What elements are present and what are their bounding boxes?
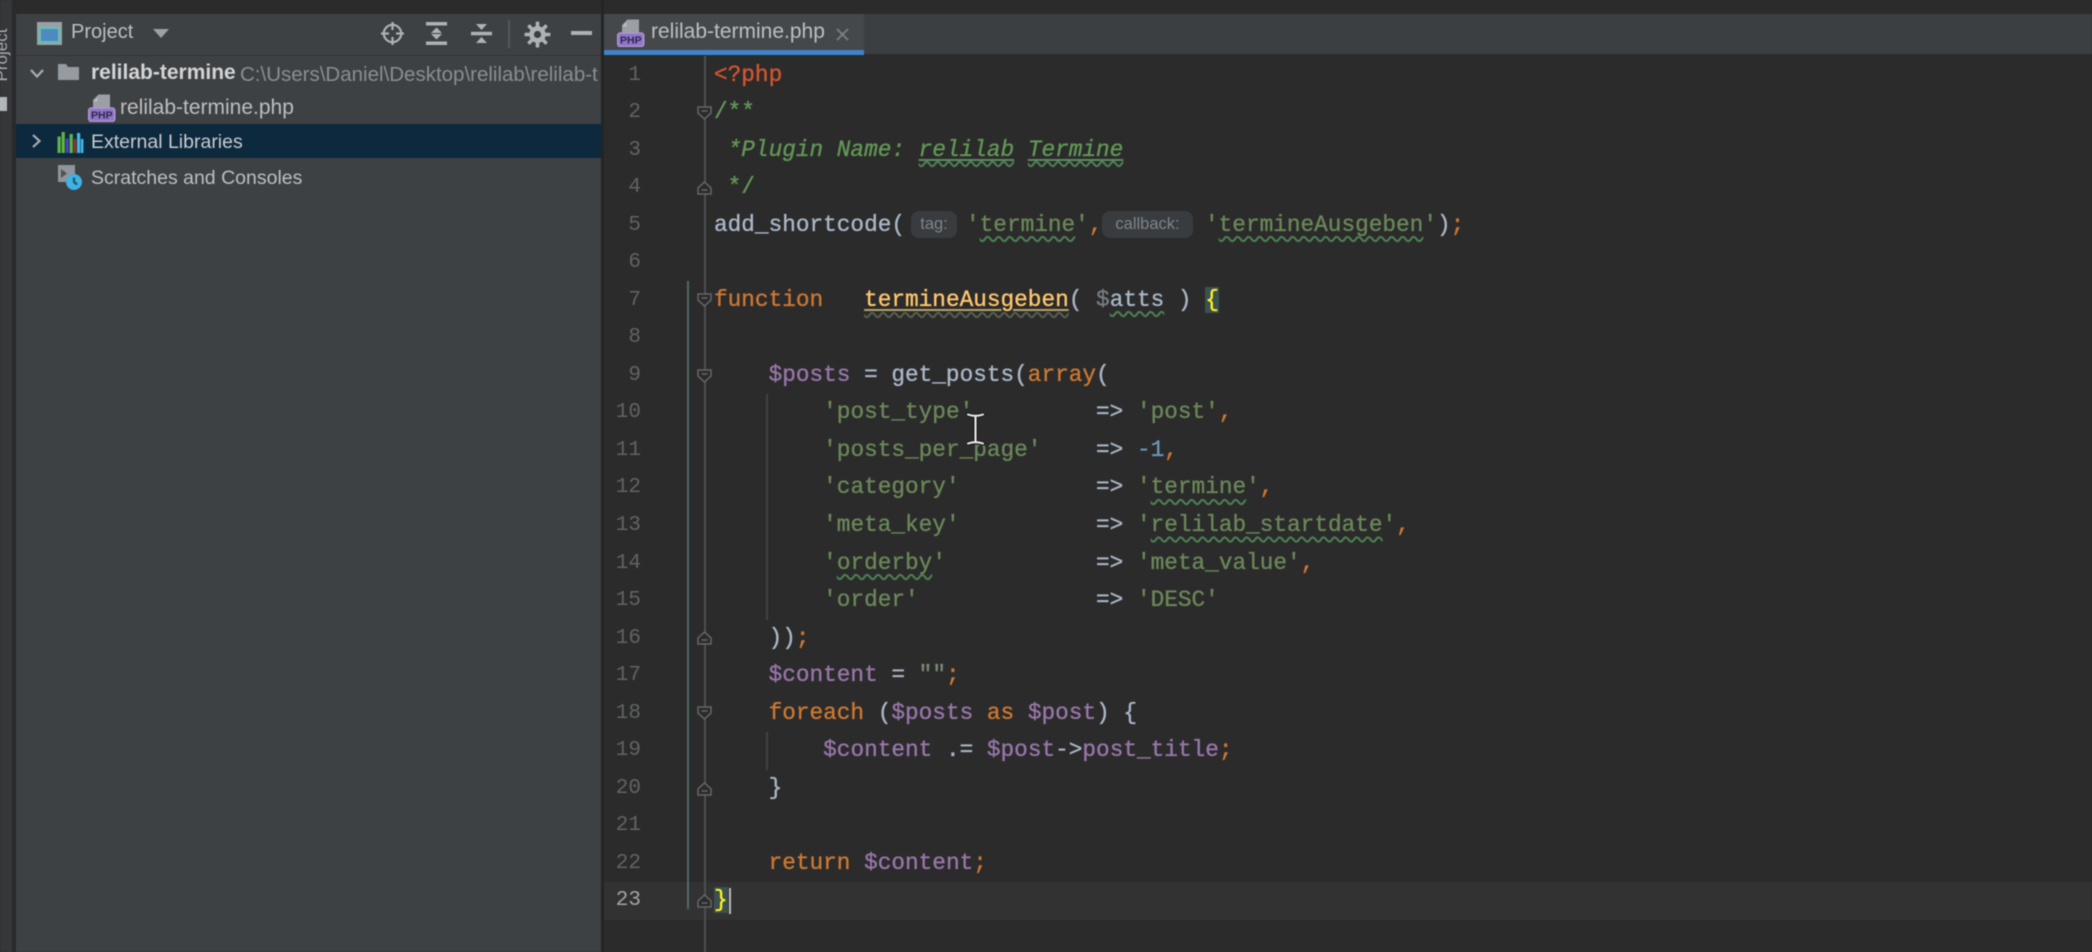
svg-text:PHP: PHP [91, 110, 113, 122]
svg-text:PHP: PHP [620, 35, 642, 47]
